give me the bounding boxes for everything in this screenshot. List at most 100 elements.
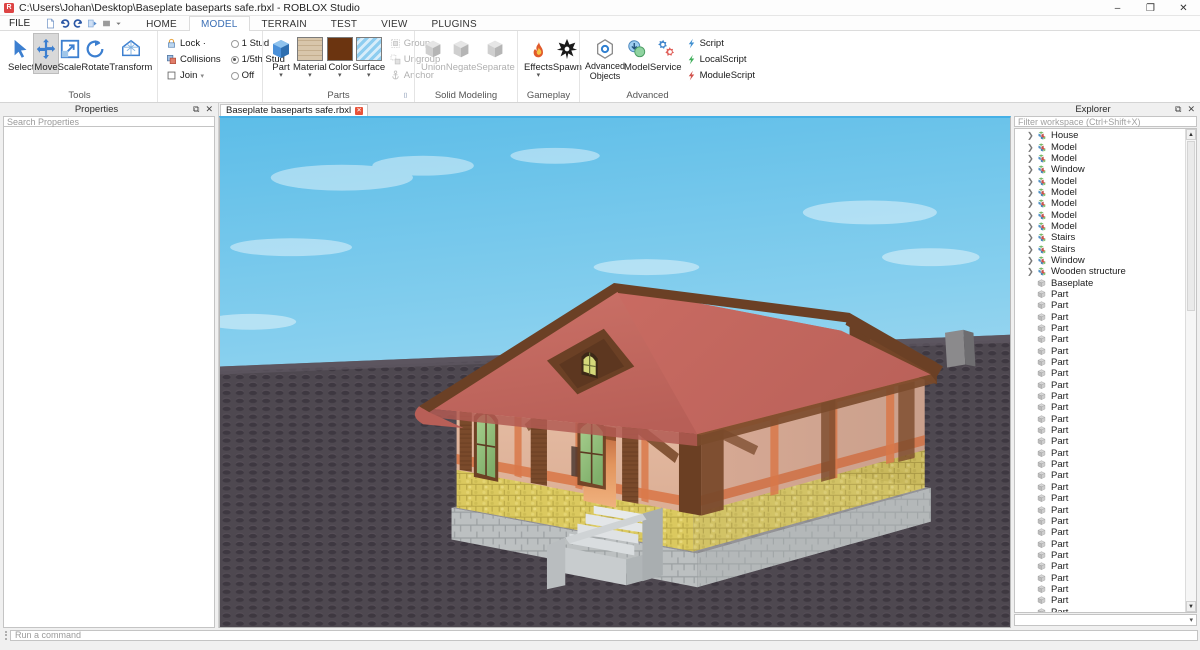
expand-arrow-icon[interactable]: ❯ xyxy=(1027,211,1036,220)
redo-icon[interactable] xyxy=(73,18,84,29)
file-menu-button[interactable]: FILE xyxy=(0,16,39,31)
radio-1-stud-icon[interactable] xyxy=(230,39,239,48)
part-caret-icon[interactable]: ▾ xyxy=(279,72,283,80)
expand-arrow-icon[interactable]: ❯ xyxy=(1027,131,1036,140)
expand-arrow-icon[interactable]: ❯ xyxy=(1027,154,1036,163)
explorer-item[interactable]: ❯Part xyxy=(1015,300,1185,311)
explorer-item[interactable]: ❯Part xyxy=(1015,346,1185,357)
lock-button[interactable]: Lock · xyxy=(164,36,223,51)
collisions-button[interactable]: Collisions xyxy=(164,52,223,67)
radio-off-icon[interactable] xyxy=(230,71,239,80)
explorer-item[interactable]: ❯Part xyxy=(1015,448,1185,459)
document-tab[interactable]: Baseplate baseparts safe.rbxl ✕ xyxy=(220,104,369,116)
stop-icon[interactable] xyxy=(101,18,112,29)
scroll-up-icon[interactable]: ▲ xyxy=(1186,129,1196,140)
expand-arrow-icon[interactable]: ❯ xyxy=(1027,267,1036,276)
material-button[interactable]: Material ▾ xyxy=(293,34,327,80)
effects-caret-icon[interactable]: ▾ xyxy=(537,72,541,80)
maximize-button[interactable]: ❐ xyxy=(1134,0,1167,16)
explorer-item[interactable]: ❯ House xyxy=(1015,130,1185,141)
tab-terrain[interactable]: TERRAIN xyxy=(250,16,319,31)
expand-arrow-icon[interactable]: ❯ xyxy=(1027,233,1036,242)
transform-tool-button[interactable]: Transform xyxy=(109,34,152,73)
search-properties-input[interactable]: Search Properties xyxy=(3,116,215,127)
command-bar-input[interactable]: Run a command xyxy=(10,629,1198,641)
explorer-item[interactable]: ❯Part xyxy=(1015,595,1185,606)
explorer-item[interactable]: ❯ Stairs xyxy=(1015,232,1185,243)
explorer-item[interactable]: ❯Baseplate xyxy=(1015,277,1185,289)
advanced-objects-button[interactable]: Advanced Objects xyxy=(585,34,625,81)
explorer-item[interactable]: ❯ Model xyxy=(1015,141,1185,153)
union-button[interactable]: Union xyxy=(421,34,446,73)
color-button[interactable]: Color ▾ xyxy=(326,34,353,80)
join-caret-icon[interactable]: ▾ xyxy=(200,72,204,80)
explorer-scrollbar[interactable]: ▲ ▼ xyxy=(1185,129,1196,612)
properties-float-icon[interactable]: ⧉ xyxy=(193,104,199,115)
undo-icon[interactable] xyxy=(59,18,70,29)
explorer-item[interactable]: ❯ Model xyxy=(1015,153,1185,164)
explorer-item[interactable]: ❯Part xyxy=(1015,538,1185,550)
qat-overflow-icon[interactable] xyxy=(115,18,122,29)
play-icon[interactable] xyxy=(87,18,98,29)
tab-model[interactable]: MODEL xyxy=(188,16,250,31)
explorer-item[interactable]: ❯Part xyxy=(1015,527,1185,538)
radio-fifth-stud-icon[interactable] xyxy=(230,55,239,64)
rotate-tool-button[interactable]: Rotate xyxy=(81,34,109,73)
modulescript-button[interactable]: ModuleScript xyxy=(684,68,757,83)
part-button[interactable]: Part ▾ xyxy=(269,34,293,80)
explorer-item[interactable]: ❯Part xyxy=(1015,459,1185,470)
properties-close-icon[interactable]: ✕ xyxy=(205,104,213,115)
scroll-down-icon[interactable]: ▼ xyxy=(1186,601,1196,612)
explorer-item[interactable]: ❯Part xyxy=(1015,482,1185,493)
service-button[interactable]: Service xyxy=(650,34,682,73)
script-button[interactable]: Script xyxy=(684,36,757,51)
explorer-item[interactable]: ❯Part xyxy=(1015,357,1185,368)
explorer-item[interactable]: ❯Part xyxy=(1015,312,1185,323)
expand-arrow-icon[interactable]: ❯ xyxy=(1027,177,1036,186)
expand-arrow-icon[interactable]: ❯ xyxy=(1027,143,1036,152)
expand-arrow-icon[interactable]: ❯ xyxy=(1027,199,1036,208)
explorer-item[interactable]: ❯ Wooden structure xyxy=(1015,266,1185,277)
explorer-item[interactable]: ❯ Model xyxy=(1015,198,1185,209)
explorer-item[interactable]: ❯ Window xyxy=(1015,164,1185,175)
explorer-bottom-bar[interactable]: ▾ xyxy=(1014,614,1197,626)
join-button[interactable]: Join ▾ xyxy=(164,68,223,83)
effects-button[interactable]: Effects ▾ xyxy=(524,34,553,80)
expand-arrow-icon[interactable]: ❯ xyxy=(1027,165,1036,174)
explorer-item[interactable]: ❯Part xyxy=(1015,425,1185,436)
explorer-item[interactable]: ❯Part xyxy=(1015,414,1185,425)
explorer-item[interactable]: ❯Part xyxy=(1015,380,1185,391)
explorer-item[interactable]: ❯ Model xyxy=(1015,221,1185,232)
model-insert-button[interactable]: Model xyxy=(624,34,650,73)
scale-tool-button[interactable]: Scale xyxy=(58,34,81,73)
explorer-item[interactable]: ❯Part xyxy=(1015,572,1185,584)
move-tool-button[interactable]: Move xyxy=(33,33,59,74)
expand-arrow-icon[interactable]: ❯ xyxy=(1027,222,1036,231)
tab-plugins[interactable]: PLUGINS xyxy=(420,16,489,31)
select-tool-button[interactable]: Select xyxy=(8,34,34,73)
scrollbar-thumb[interactable] xyxy=(1187,141,1195,311)
explorer-close-icon[interactable]: ✕ xyxy=(1187,104,1195,115)
minimize-button[interactable]: – xyxy=(1101,0,1134,16)
viewport-3d[interactable] xyxy=(219,116,1011,628)
explorer-tree[interactable]: ❯ House ❯ Model ❯ Model ❯ Window ❯ Model ❯ Model ❯ Mo… xyxy=(1014,128,1197,613)
explorer-item[interactable]: ❯Part xyxy=(1015,323,1185,334)
new-file-icon[interactable] xyxy=(45,18,56,29)
explorer-item[interactable]: ❯Part xyxy=(1015,289,1185,300)
explorer-item[interactable]: ❯Part xyxy=(1015,402,1185,413)
spawn-button[interactable]: Spawn xyxy=(553,34,582,73)
explorer-item[interactable]: ❯Part xyxy=(1015,470,1185,481)
surface-button[interactable]: Surface ▾ xyxy=(352,34,385,80)
localscript-button[interactable]: LocalScript xyxy=(684,52,757,67)
explorer-bottom-caret-icon[interactable]: ▾ xyxy=(1189,616,1193,624)
close-button[interactable]: ✕ xyxy=(1167,0,1200,16)
explorer-float-icon[interactable]: ⧉ xyxy=(1175,104,1181,115)
expand-arrow-icon[interactable]: ❯ xyxy=(1027,188,1036,197)
explorer-item[interactable]: ❯Part xyxy=(1015,334,1185,345)
explorer-item[interactable]: ❯Part xyxy=(1015,504,1185,516)
explorer-item[interactable]: ❯Part xyxy=(1015,606,1185,612)
surface-caret-icon[interactable]: ▾ xyxy=(367,72,371,80)
explorer-item[interactable]: ❯Part xyxy=(1015,561,1185,572)
tab-test[interactable]: TEST xyxy=(319,16,369,31)
tab-home[interactable]: HOME xyxy=(134,16,189,31)
